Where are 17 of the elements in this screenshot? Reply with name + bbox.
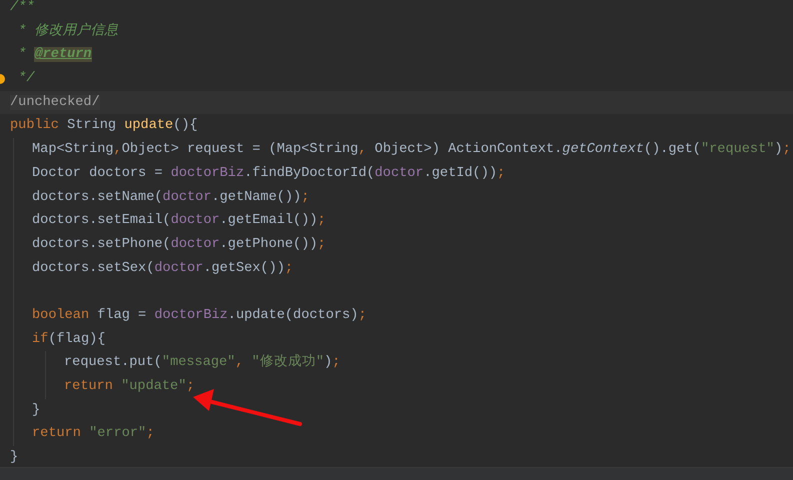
code-line: return "error"; <box>32 426 154 442</box>
code-line: } <box>10 450 18 466</box>
code-line: * 修改用户信息 <box>17 24 118 39</box>
code-line: public String update(){ <box>10 118 198 134</box>
code-line: doctors.setEmail(doctor.getEmail()); <box>32 213 326 228</box>
code-line: Map<String,Object> request = (Map<String, Object>) ActionContext.getContext().get("request"); <box>32 142 791 158</box>
code-line: doctors.setName(doctor.getName()); <box>32 190 310 204</box>
code-line: doctors.setPhone(doctor.getPhone()); <box>32 236 326 252</box>
code-line: Doctor doctors = doctorBiz.findByDoctorId(doctor.getId()); <box>32 166 506 181</box>
code-line: doctors.setSex(doctor.getSex()); <box>32 260 294 276</box>
code-line: return "update"; <box>64 379 195 394</box>
code-line: } <box>32 402 40 418</box>
code-line: boolean flag = doctorBiz.update(doctors); <box>32 308 366 323</box>
code-line: request.put("message", "修改成功"); <box>64 355 340 370</box>
code-line: */ <box>17 71 34 86</box>
code-line: /** <box>10 0 34 15</box>
code-line: if(flag){ <box>32 332 106 347</box>
